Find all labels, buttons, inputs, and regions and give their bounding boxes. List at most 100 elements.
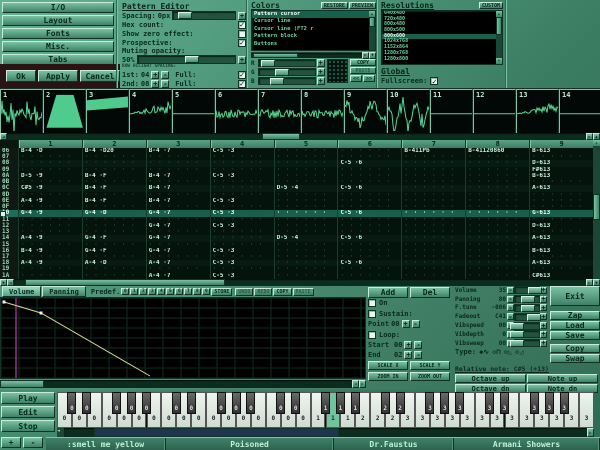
hilight-minus-button[interactable]: -	[161, 80, 169, 88]
piano-hscroll[interactable]: ◄ ►	[57, 428, 594, 437]
envelope-store-button[interactable]: STORE	[211, 288, 232, 296]
channel-plus-button[interactable]: +	[317, 68, 325, 76]
param-plus-button[interactable]: +	[540, 296, 547, 303]
param-plus-button[interactable]: +	[540, 304, 547, 311]
channel-plus-button[interactable]: +	[317, 59, 325, 67]
vscroll-thumb[interactable]	[496, 17, 502, 35]
zoom-in-button[interactable]: ZOOM IN	[368, 372, 408, 381]
end-minus-button[interactable]: -	[414, 351, 422, 359]
piano-black-key[interactable]: 0	[187, 392, 196, 414]
slider-thumb[interactable]	[510, 340, 524, 347]
plus-button[interactable]: +	[1, 437, 21, 448]
slider-thumb[interactable]	[185, 56, 199, 63]
vibrato-type-option-2[interactable]: ◇◺	[504, 348, 512, 356]
envelope-add-button[interactable]: Add	[368, 287, 408, 298]
spacing-slider[interactable]	[172, 11, 236, 20]
exit-button[interactable]: Exit	[550, 286, 600, 306]
vibrato-type-option-0[interactable]: ◆∿	[479, 348, 489, 356]
sample-thumbnail-9[interactable]: 9	[344, 89, 387, 136]
start-plus-button[interactable]: +	[404, 341, 412, 349]
piano-black-key[interactable]: 3	[500, 392, 509, 414]
piano-black-key[interactable]: 0	[112, 392, 121, 414]
param-minus-button[interactable]: -	[507, 287, 514, 294]
point-minus-button[interactable]: -	[412, 320, 420, 328]
muting-plus-button[interactable]: +	[238, 56, 246, 64]
piano-black-key[interactable]: 0	[127, 392, 136, 414]
resolution-item[interactable]: 1280x800	[382, 57, 502, 63]
zoom-out-button[interactable]: ZOOM OUT	[410, 372, 450, 381]
pattern-hscroll-top[interactable]: ◄ ► ▲	[0, 133, 600, 140]
piano-white-key[interactable]: 3	[579, 392, 594, 428]
end-plus-button[interactable]: +	[404, 351, 412, 359]
envelope-predef-9[interactable]: 9	[202, 288, 210, 295]
scroll-right-icon[interactable]: ►	[587, 428, 594, 437]
full-checkbox[interactable]: ✓	[238, 71, 246, 79]
colors-restore-button[interactable]: RESTORE	[321, 2, 348, 9]
color-list-item[interactable]: Cursor line (FT2 r	[252, 26, 375, 33]
note-up-button[interactable]: Note up	[527, 374, 598, 383]
zap-button[interactable]: Zap	[550, 311, 600, 320]
sample-thumbnail-4[interactable]: 4	[129, 89, 172, 136]
config-tab-fonts[interactable]: Fonts	[2, 28, 114, 39]
piano-black-key[interactable]: 0	[82, 392, 91, 414]
sample-thumbnail-3[interactable]: 3	[86, 89, 129, 136]
envelope-del-button[interactable]: Del	[410, 287, 450, 298]
piano-black-key[interactable]: 3	[560, 392, 569, 414]
channel-plus-button[interactable]: +	[317, 77, 325, 85]
sample-thumbnail-14[interactable]: 14	[559, 89, 600, 136]
sample-thumbnail-7[interactable]: 7	[258, 89, 301, 136]
load-button[interactable]: Load	[550, 321, 600, 330]
slider-thumb[interactable]	[521, 296, 535, 303]
piano-black-key[interactable]: 0	[291, 392, 300, 414]
color-list-item[interactable]: Pattern cursor	[252, 11, 375, 18]
color-list-item[interactable]: Cursor line	[252, 18, 375, 25]
pattern-hscroll-bottom[interactable]: ▼ ◄ ► ▼	[0, 279, 600, 286]
point-plus-button[interactable]: +	[402, 320, 410, 328]
scroll-down-icon[interactable]: ▼	[496, 58, 502, 64]
piano-black-key[interactable]: 0	[217, 392, 226, 414]
resolutions-vscroll[interactable]: ▲▼	[496, 11, 502, 64]
color-copy-button[interactable]: COPY	[350, 59, 376, 66]
channel-header-3[interactable]: 3	[146, 140, 210, 148]
envelope-predef-3[interactable]: 3	[148, 288, 156, 295]
full-checkbox[interactable]: ✓	[238, 80, 246, 88]
swap-button[interactable]: Swap	[550, 354, 600, 363]
pattern-cell[interactable]: · · · · · ·	[337, 273, 401, 279]
tab-panning[interactable]: Panning	[42, 286, 86, 297]
loop-checkbox[interactable]	[368, 331, 376, 339]
param-slider[interactable]	[514, 330, 540, 338]
piano-black-key[interactable]: 0	[276, 392, 285, 414]
slider-thumb[interactable]	[261, 60, 275, 67]
resolutions-custom-button[interactable]: CUSTOM	[479, 2, 503, 9]
scroll-up-icon[interactable]: ▲	[593, 133, 600, 140]
pattern-cell[interactable]: C-5 ·3	[210, 273, 274, 279]
slider-thumb[interactable]	[527, 314, 541, 321]
spacing-plus-button[interactable]: +	[238, 12, 246, 20]
piano-black-key[interactable]: 0	[67, 392, 76, 414]
scroll-up-icon[interactable]: ▲	[593, 140, 600, 146]
config-tab-layout[interactable]: Layout	[2, 15, 114, 26]
tab-volume[interactable]: Volume	[2, 286, 41, 297]
pattern-cell[interactable]: A-4 ·7	[146, 273, 210, 279]
vibrato-type-option-1[interactable]: ◇⊓	[492, 348, 500, 356]
piano-black-key[interactable]: 3	[455, 392, 464, 414]
color-next-button[interactable]: >>	[363, 75, 375, 82]
channel-header-2[interactable]: 2	[82, 140, 146, 148]
fullscreen-checkbox[interactable]: ✓	[430, 77, 438, 85]
color-paste-button[interactable]: PASTE	[350, 67, 376, 74]
start-minus-button[interactable]: -	[414, 341, 422, 349]
save-button[interactable]: Save	[550, 331, 600, 340]
param-slider[interactable]	[514, 322, 540, 330]
sample-thumbnail-11[interactable]: 11	[430, 89, 473, 136]
sample-thumbnail-1[interactable]: 1	[0, 89, 43, 136]
envelope-predef-4[interactable]: 4	[157, 288, 165, 295]
scroll-right-icon[interactable]: ►	[359, 380, 366, 388]
sample-thumbnail-5[interactable]: 5	[172, 89, 215, 136]
hex-count-checkbox[interactable]: ✓	[238, 21, 246, 29]
scroll-left-icon[interactable]: ◄	[0, 133, 7, 140]
param-plus-button[interactable]: +	[540, 340, 547, 347]
prospective-checkbox[interactable]: ✓	[238, 39, 246, 47]
envelope-paste-button[interactable]: PASTE	[293, 288, 314, 296]
slider-thumb[interactable]	[521, 305, 535, 312]
play-button[interactable]: Play	[1, 392, 55, 404]
